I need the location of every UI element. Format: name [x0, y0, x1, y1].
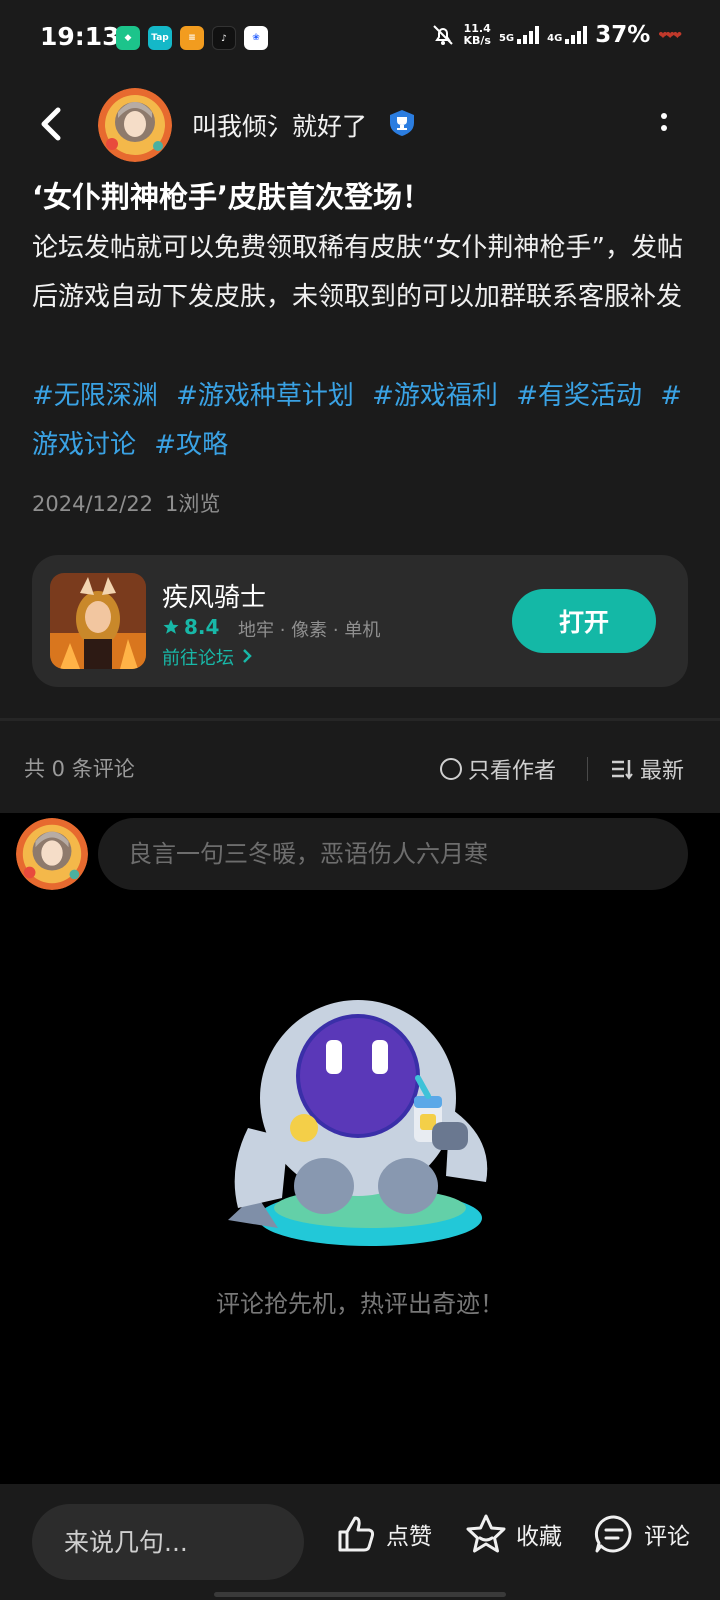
post-body: 论坛发帖就可以免费领取稀有皮肤“女仆荆神枪手”，发帖后游戏自动下发皮肤，未领取到… — [32, 233, 683, 312]
signal-5g: 5G — [499, 26, 540, 44]
database-app-icon: ≡ — [180, 26, 204, 50]
game-genre: 地牢 · 像素 · 单机 — [238, 620, 381, 641]
author-name[interactable]: 叫我倾氵就好了 — [192, 107, 367, 143]
tag-link[interactable]: #游戏种草计划 — [176, 381, 354, 411]
status-time: 19:13 — [40, 22, 120, 51]
tiktok-app-icon: ♪ — [212, 26, 236, 50]
star-icon — [163, 619, 179, 634]
like-button[interactable]: 点赞 — [334, 1512, 432, 1556]
trophy-badge-icon — [390, 110, 414, 136]
radio-circle-icon — [440, 758, 462, 780]
game-name: 疾风骑士 — [162, 583, 267, 613]
shield-app-icon: ◆ — [116, 26, 140, 50]
reply-input[interactable] — [32, 1504, 304, 1580]
tag-link[interactable]: #攻略 — [154, 430, 228, 460]
battery-level: 37% — [595, 22, 651, 48]
comment-input[interactable] — [98, 818, 688, 890]
chevron-right-icon — [242, 649, 252, 663]
network-speed: 11.4 KB/s — [463, 22, 491, 47]
divider — [587, 757, 588, 781]
signal-bars-icon — [565, 26, 588, 44]
author-only-toggle[interactable]: 只看作者 — [440, 753, 556, 785]
post-title: ‘女仆荆神枪手’皮肤首次登场！ — [32, 180, 432, 214]
home-indicator[interactable] — [214, 1592, 506, 1597]
sort-icon — [612, 760, 633, 780]
empty-comments-text: 评论抢先机，热评出奇迹！ — [216, 1290, 504, 1318]
thumbs-up-icon — [338, 1516, 375, 1552]
comment-count: 共 0 条评论 — [24, 757, 135, 781]
hearts-icon: ❤❤❤ — [658, 28, 682, 42]
signal-bars-icon — [517, 26, 540, 44]
bell-muted-icon — [433, 25, 454, 45]
rating-score: 8.4 — [184, 615, 220, 639]
status-right: 11.4 KB/s 5G 4G 37% ❤❤❤ — [431, 22, 682, 48]
baidu-app-icon: ❀ — [244, 26, 268, 50]
bottom-action-bar: 点赞 收藏 评论 — [0, 1484, 720, 1600]
game-rating: 8.4 — [162, 615, 219, 639]
status-bar: 19:13 ◆ Tap ≡ ♪ ❀ 11.4 KB/s 5G 4G 37% ❤❤… — [0, 0, 720, 78]
favorite-button[interactable]: 收藏 — [464, 1512, 562, 1556]
post-views: 1浏览 — [165, 492, 221, 516]
more-options-icon[interactable] — [652, 110, 676, 140]
tag-link[interactable]: #无限深渊 — [32, 381, 158, 411]
post-date: 2024/12/22 — [32, 492, 154, 516]
tag-link[interactable]: #有奖活动 — [516, 381, 642, 411]
notification-icons: ◆ Tap ≡ ♪ ❀ — [116, 26, 268, 50]
signal-4g: 4G — [547, 26, 588, 44]
back-arrow-icon[interactable] — [32, 100, 72, 148]
sort-button[interactable]: 最新 — [610, 753, 684, 785]
robot-mascot-illustration — [228, 1000, 488, 1246]
forum-link[interactable]: 前往论坛 — [162, 644, 254, 670]
tag-link[interactable]: #游戏福利 — [372, 381, 498, 411]
taptap-app-icon: Tap — [148, 26, 172, 50]
game-card[interactable]: 疾风骑士 8.4 地牢 · 像素 · 单机 前往论坛 打开 — [32, 555, 688, 687]
comment-button[interactable]: 评论 — [592, 1512, 690, 1556]
game-icon — [50, 573, 146, 669]
comment-bubble-icon — [594, 1515, 632, 1553]
author-avatar[interactable] — [98, 88, 172, 162]
post-tags: #无限深渊 #游戏种草计划 #游戏福利 #有奖活动 #游戏讨论 #攻略 — [32, 372, 702, 470]
user-avatar[interactable] — [16, 818, 88, 890]
open-game-button[interactable]: 打开 — [512, 589, 656, 653]
star-outline-icon — [466, 1514, 506, 1553]
post-meta: 2024/12/22 1浏览 — [32, 488, 220, 518]
